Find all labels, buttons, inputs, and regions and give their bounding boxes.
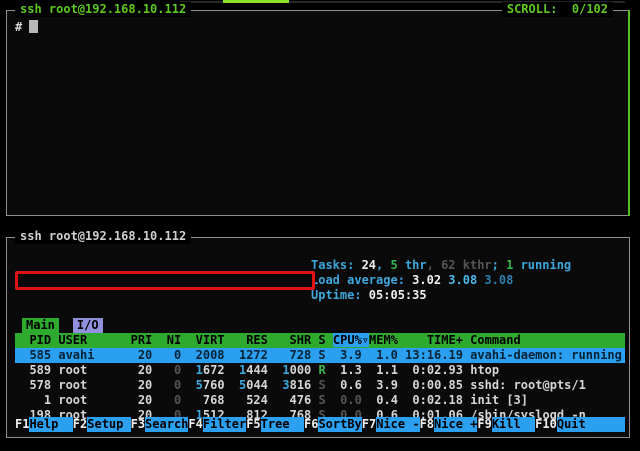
fn-action-sortby[interactable]: SortBy — [318, 417, 361, 432]
scroll-indicator: SCROLL: 0/102 — [502, 2, 613, 17]
fn-key-f8: F8 — [420, 417, 434, 432]
mem-meter: Mem[|||||||||||||||||||||||37.9M/128M] L… — [15, 273, 625, 288]
process-row[interactable]: 578 root 20 0 5760 5044 3816 S 0.6 3.9 0… — [15, 378, 625, 393]
process-table-header[interactable]: PID USER PRI NI VIRT RES SHR S CPU%▿MEM%… — [15, 333, 625, 348]
pane-top-title: ssh root@192.168.10.112 — [15, 2, 191, 17]
fn-action-search[interactable]: Search — [145, 417, 188, 432]
process-row-selected[interactable]: 585 avahi 20 0 2008 1272 728 S 3.9 1.0 1… — [15, 348, 625, 363]
active-pane-border — [628, 10, 630, 216]
htop-view: CPU[|||| 7.7%] Tasks: 24, 5 thr, 62 kthr… — [15, 258, 625, 435]
terminal-cursor — [29, 20, 38, 33]
tab-main[interactable]: Main — [22, 318, 59, 333]
fn-key-f5: F5 — [246, 417, 260, 432]
fn-action-filter[interactable]: Filter — [203, 417, 246, 432]
fn-action-nice-[interactable]: Nice - — [376, 417, 419, 432]
fn-key-f4: F4 — [188, 417, 202, 432]
fn-key-f1: F1 — [15, 417, 29, 432]
swap-meter: Swp[ 0K/0K] Uptime: 05:05:35 — [15, 288, 625, 303]
cpu-meter: CPU[|||| 7.7%] Tasks: 24, 5 thr, 62 kthr… — [15, 258, 625, 273]
pane-top-shell[interactable]: ssh root@192.168.10.112 SCROLL: 0/102 # — [6, 10, 630, 216]
uptime: Uptime: 05:05:35 — [311, 288, 427, 303]
tab-io[interactable]: I/O — [73, 318, 103, 333]
tasks-summary: Tasks: 24, 5 thr, 62 kthr; 1 running — [311, 258, 571, 273]
fn-key-f2: F2 — [73, 417, 87, 432]
fn-key-f6: F6 — [304, 417, 318, 432]
fn-key-f9: F9 — [477, 417, 491, 432]
fn-key-f10: F10 — [535, 417, 557, 432]
process-row[interactable]: 1 root 20 0 768 524 476 S 0.0 0.4 0:02.1… — [15, 393, 625, 408]
shell-prompt-line: # — [15, 20, 38, 35]
video-progress-bar — [223, 0, 289, 3]
process-table: 585 avahi 20 0 2008 1272 728 S 3.9 1.0 1… — [15, 348, 625, 423]
load-average: Load average: 3.02 3.08 3.08 — [311, 273, 513, 288]
function-key-bar: F1HelpF2SetupF3SearchF4FilterF5TreeF6Sor… — [15, 417, 625, 432]
fn-action-tree[interactable]: Tree — [261, 417, 304, 432]
htop-tab-bar: Main I/O — [15, 318, 625, 333]
fn-key-f3: F3 — [131, 417, 145, 432]
process-row[interactable]: 589 root 20 0 1672 1444 1000 R 1.3 1.1 0… — [15, 363, 625, 378]
fn-key-f7: F7 — [362, 417, 376, 432]
pane-bottom-title: ssh root@192.168.10.112 — [15, 229, 191, 244]
fn-action-kill[interactable]: Kill — [492, 417, 535, 432]
pane-bottom-htop[interactable]: ssh root@192.168.10.112 CPU[|||| 7.7%] T… — [6, 237, 630, 438]
spacer-row — [15, 303, 625, 318]
terminal-screen: ssh root@192.168.10.112 SCROLL: 0/102 # … — [0, 0, 640, 451]
fn-action-help[interactable]: Help — [29, 417, 72, 432]
shell-prompt: # — [15, 20, 22, 34]
fn-action-quit[interactable]: Quit — [557, 417, 625, 432]
fn-action-setup[interactable]: Setup — [87, 417, 130, 432]
fn-action-nice-[interactable]: Nice + — [434, 417, 477, 432]
